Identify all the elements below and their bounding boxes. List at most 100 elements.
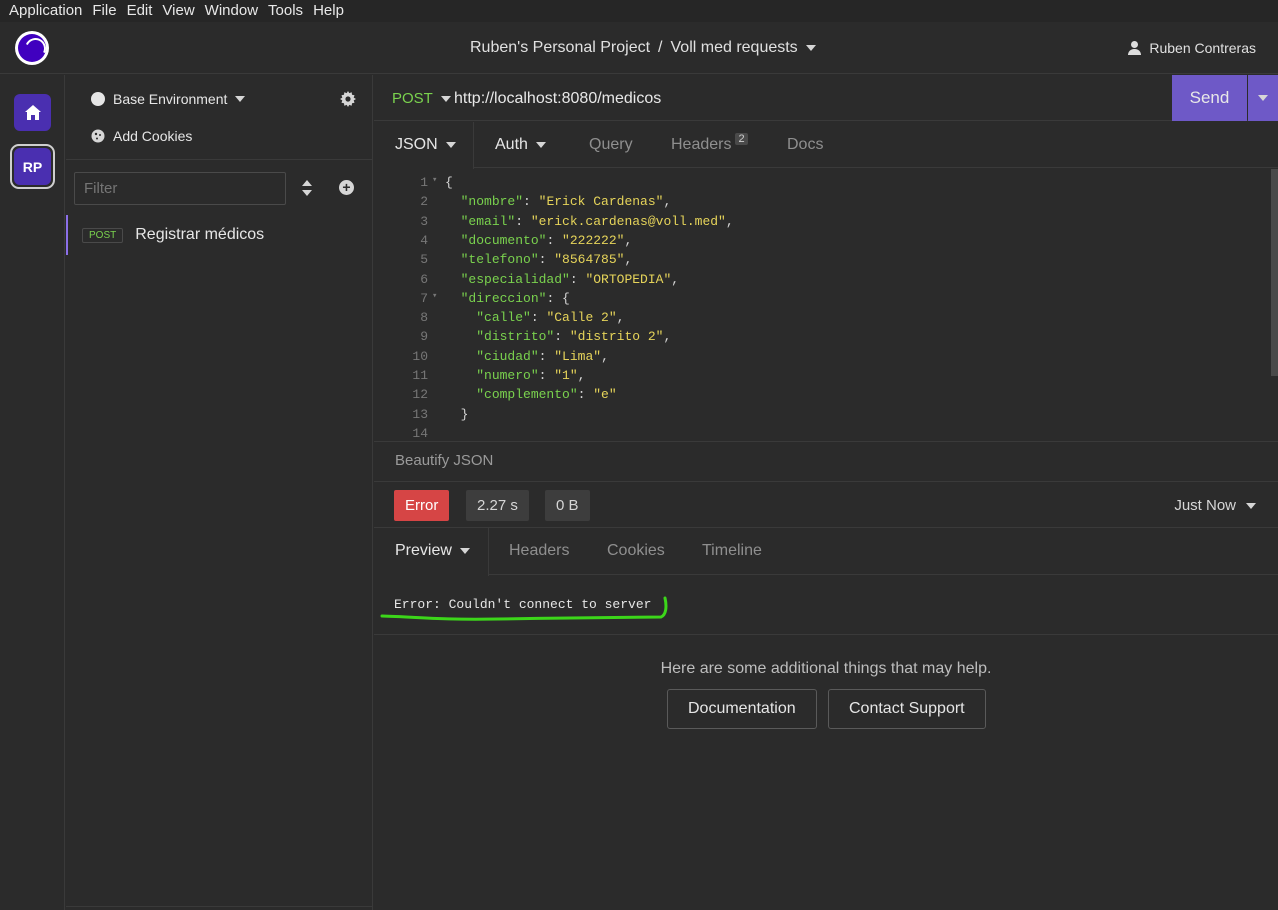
json-punctuation: , — [601, 348, 609, 364]
sort-icon[interactable] — [302, 180, 312, 196]
json-punctuation — [445, 233, 461, 248]
fold-toggle-icon[interactable]: ▾ — [432, 291, 437, 301]
response-tabs: Preview Headers Cookies Timeline — [374, 528, 1278, 576]
documentation-button[interactable]: Documentation — [667, 689, 817, 729]
send-options-button[interactable] — [1248, 75, 1278, 121]
json-punctuation — [445, 194, 461, 209]
cookie-icon — [91, 129, 105, 143]
json-key: "numero" — [476, 368, 539, 383]
menu-tools[interactable]: Tools — [263, 0, 308, 22]
gear-icon[interactable] — [340, 91, 356, 107]
line-number: 7 — [420, 290, 428, 306]
menu-file[interactable]: File — [87, 0, 121, 22]
code-line: 2 "nombre": "Erick Cardenas", — [374, 194, 1264, 213]
user-menu[interactable]: Ruben Contreras — [1128, 40, 1256, 56]
tab-response-cookies[interactable]: Cookies — [607, 542, 665, 560]
title-bar: Ruben's Personal Project / Voll med requ… — [0, 22, 1278, 74]
json-string: "e" — [593, 387, 617, 403]
menu-view[interactable]: View — [157, 0, 199, 22]
json-key: "telefono" — [460, 252, 539, 268]
code-text: "email": "erick.cardenas@voll.med", — [445, 214, 734, 229]
editor-scrollbar[interactable] — [1271, 169, 1278, 441]
line-number: 10 — [412, 348, 428, 364]
line-number: 1 — [420, 175, 428, 190]
tab-headers[interactable]: Headers 2 — [671, 133, 748, 154]
json-punctuation — [445, 252, 461, 267]
json-punctuation — [445, 272, 461, 287]
line-number: 11 — [412, 368, 428, 383]
menu-application[interactable]: Application — [4, 0, 87, 22]
editor-scroll-thumb[interactable] — [1271, 169, 1278, 376]
code-line: 3 "email": "erick.cardenas@voll.med", — [374, 214, 1264, 233]
json-punctuation: : — [554, 329, 570, 345]
json-punctuation: : — [538, 368, 555, 383]
tab-timeline[interactable]: Timeline — [702, 542, 762, 560]
menu-window[interactable]: Window — [200, 0, 263, 22]
tab-response-cookies-label: Cookies — [607, 542, 665, 559]
add-cookies-label: Add Cookies — [113, 128, 193, 144]
method-selector[interactable]: POST — [392, 90, 451, 107]
json-key: "especialidad" — [460, 271, 570, 287]
json-punctuation: : — [515, 213, 531, 229]
send-button[interactable]: Send — [1172, 75, 1247, 121]
project-initials: RP — [14, 148, 51, 185]
tab-headers-label: Headers — [671, 136, 732, 153]
breadcrumb: Ruben's Personal Project / Voll med requ… — [470, 39, 816, 57]
json-string: "222222" — [562, 232, 625, 248]
json-punctuation: : — [523, 194, 539, 210]
json-punctuation: : — [569, 271, 586, 287]
json-punctuation — [445, 310, 476, 325]
add-cookies-button[interactable]: Add Cookies — [91, 128, 192, 144]
project-name[interactable]: Ruben's Personal Project — [470, 39, 650, 57]
url-input[interactable]: http://localhost:8080/medicos — [454, 90, 661, 108]
headers-count-badge: 2 — [735, 133, 748, 145]
json-punctuation: , — [725, 213, 734, 229]
json-string: "erick.cardenas@voll.med" — [530, 213, 726, 229]
json-punctuation — [445, 291, 461, 306]
contact-support-button[interactable]: Contact Support — [828, 689, 986, 729]
tab-response-headers[interactable]: Headers — [509, 542, 569, 560]
help-text: Here are some additional things that may… — [660, 660, 992, 677]
menu-bar: Application File Edit View Window Tools … — [0, 0, 1278, 22]
tab-body[interactable]: JSON — [395, 136, 456, 154]
breadcrumb-separator: / — [658, 39, 663, 56]
code-line: 10 "ciudad": "Lima", — [374, 349, 1264, 368]
json-key: "email" — [460, 213, 516, 229]
json-string: "8564785" — [554, 252, 625, 268]
environment-selector[interactable]: Base Environment — [91, 91, 246, 107]
line-number: 13 — [412, 406, 428, 422]
project-switcher[interactable]: RP — [10, 144, 55, 189]
filter-input[interactable] — [74, 172, 286, 205]
menu-edit[interactable]: Edit — [122, 0, 158, 22]
json-punctuation — [445, 387, 476, 402]
json-string: "Calle 2" — [546, 310, 617, 326]
code-text: "ciudad": "Lima", — [445, 349, 609, 364]
json-punctuation — [445, 349, 476, 364]
user-name: Ruben Contreras — [1149, 40, 1256, 56]
beautify-json-button[interactable]: Beautify JSON — [374, 441, 1278, 481]
code-text: "documento": "222222", — [445, 232, 633, 248]
caret-down-icon[interactable] — [805, 45, 816, 51]
app-logo[interactable] — [15, 31, 49, 65]
code-text: "distrito": "distrito 2", — [445, 329, 671, 344]
code-line: 6 "especialidad": "ORTOPEDIA", — [374, 272, 1264, 291]
tab-docs[interactable]: Docs — [787, 136, 823, 154]
json-punctuation: , — [624, 252, 633, 268]
sidebar-request-item[interactable]: POST Registrar médicos — [66, 215, 373, 255]
tab-auth[interactable]: Auth — [495, 136, 546, 154]
caret-down-icon — [535, 142, 546, 148]
json-body-editor[interactable]: 14 13 } 12 "complemento": "e" 11 "numero": … — [374, 169, 1278, 441]
caret-down-icon — [445, 142, 456, 148]
home-button[interactable] — [14, 94, 51, 131]
history-selector[interactable]: Just Now — [1174, 497, 1256, 514]
tab-preview[interactable]: Preview — [395, 542, 470, 560]
collection-name[interactable]: Voll med requests — [671, 39, 798, 57]
caret-down-icon — [1258, 95, 1268, 101]
plus-icon[interactable]: + — [339, 180, 354, 195]
request-name: Registrar médicos — [135, 226, 265, 243]
tab-response-headers-label: Headers — [509, 542, 570, 559]
tab-query[interactable]: Query — [589, 136, 633, 154]
menu-help[interactable]: Help — [308, 0, 349, 22]
fold-toggle-icon[interactable]: ▾ — [432, 175, 437, 185]
code-text: "nombre": "Erick Cardenas", — [445, 194, 672, 210]
